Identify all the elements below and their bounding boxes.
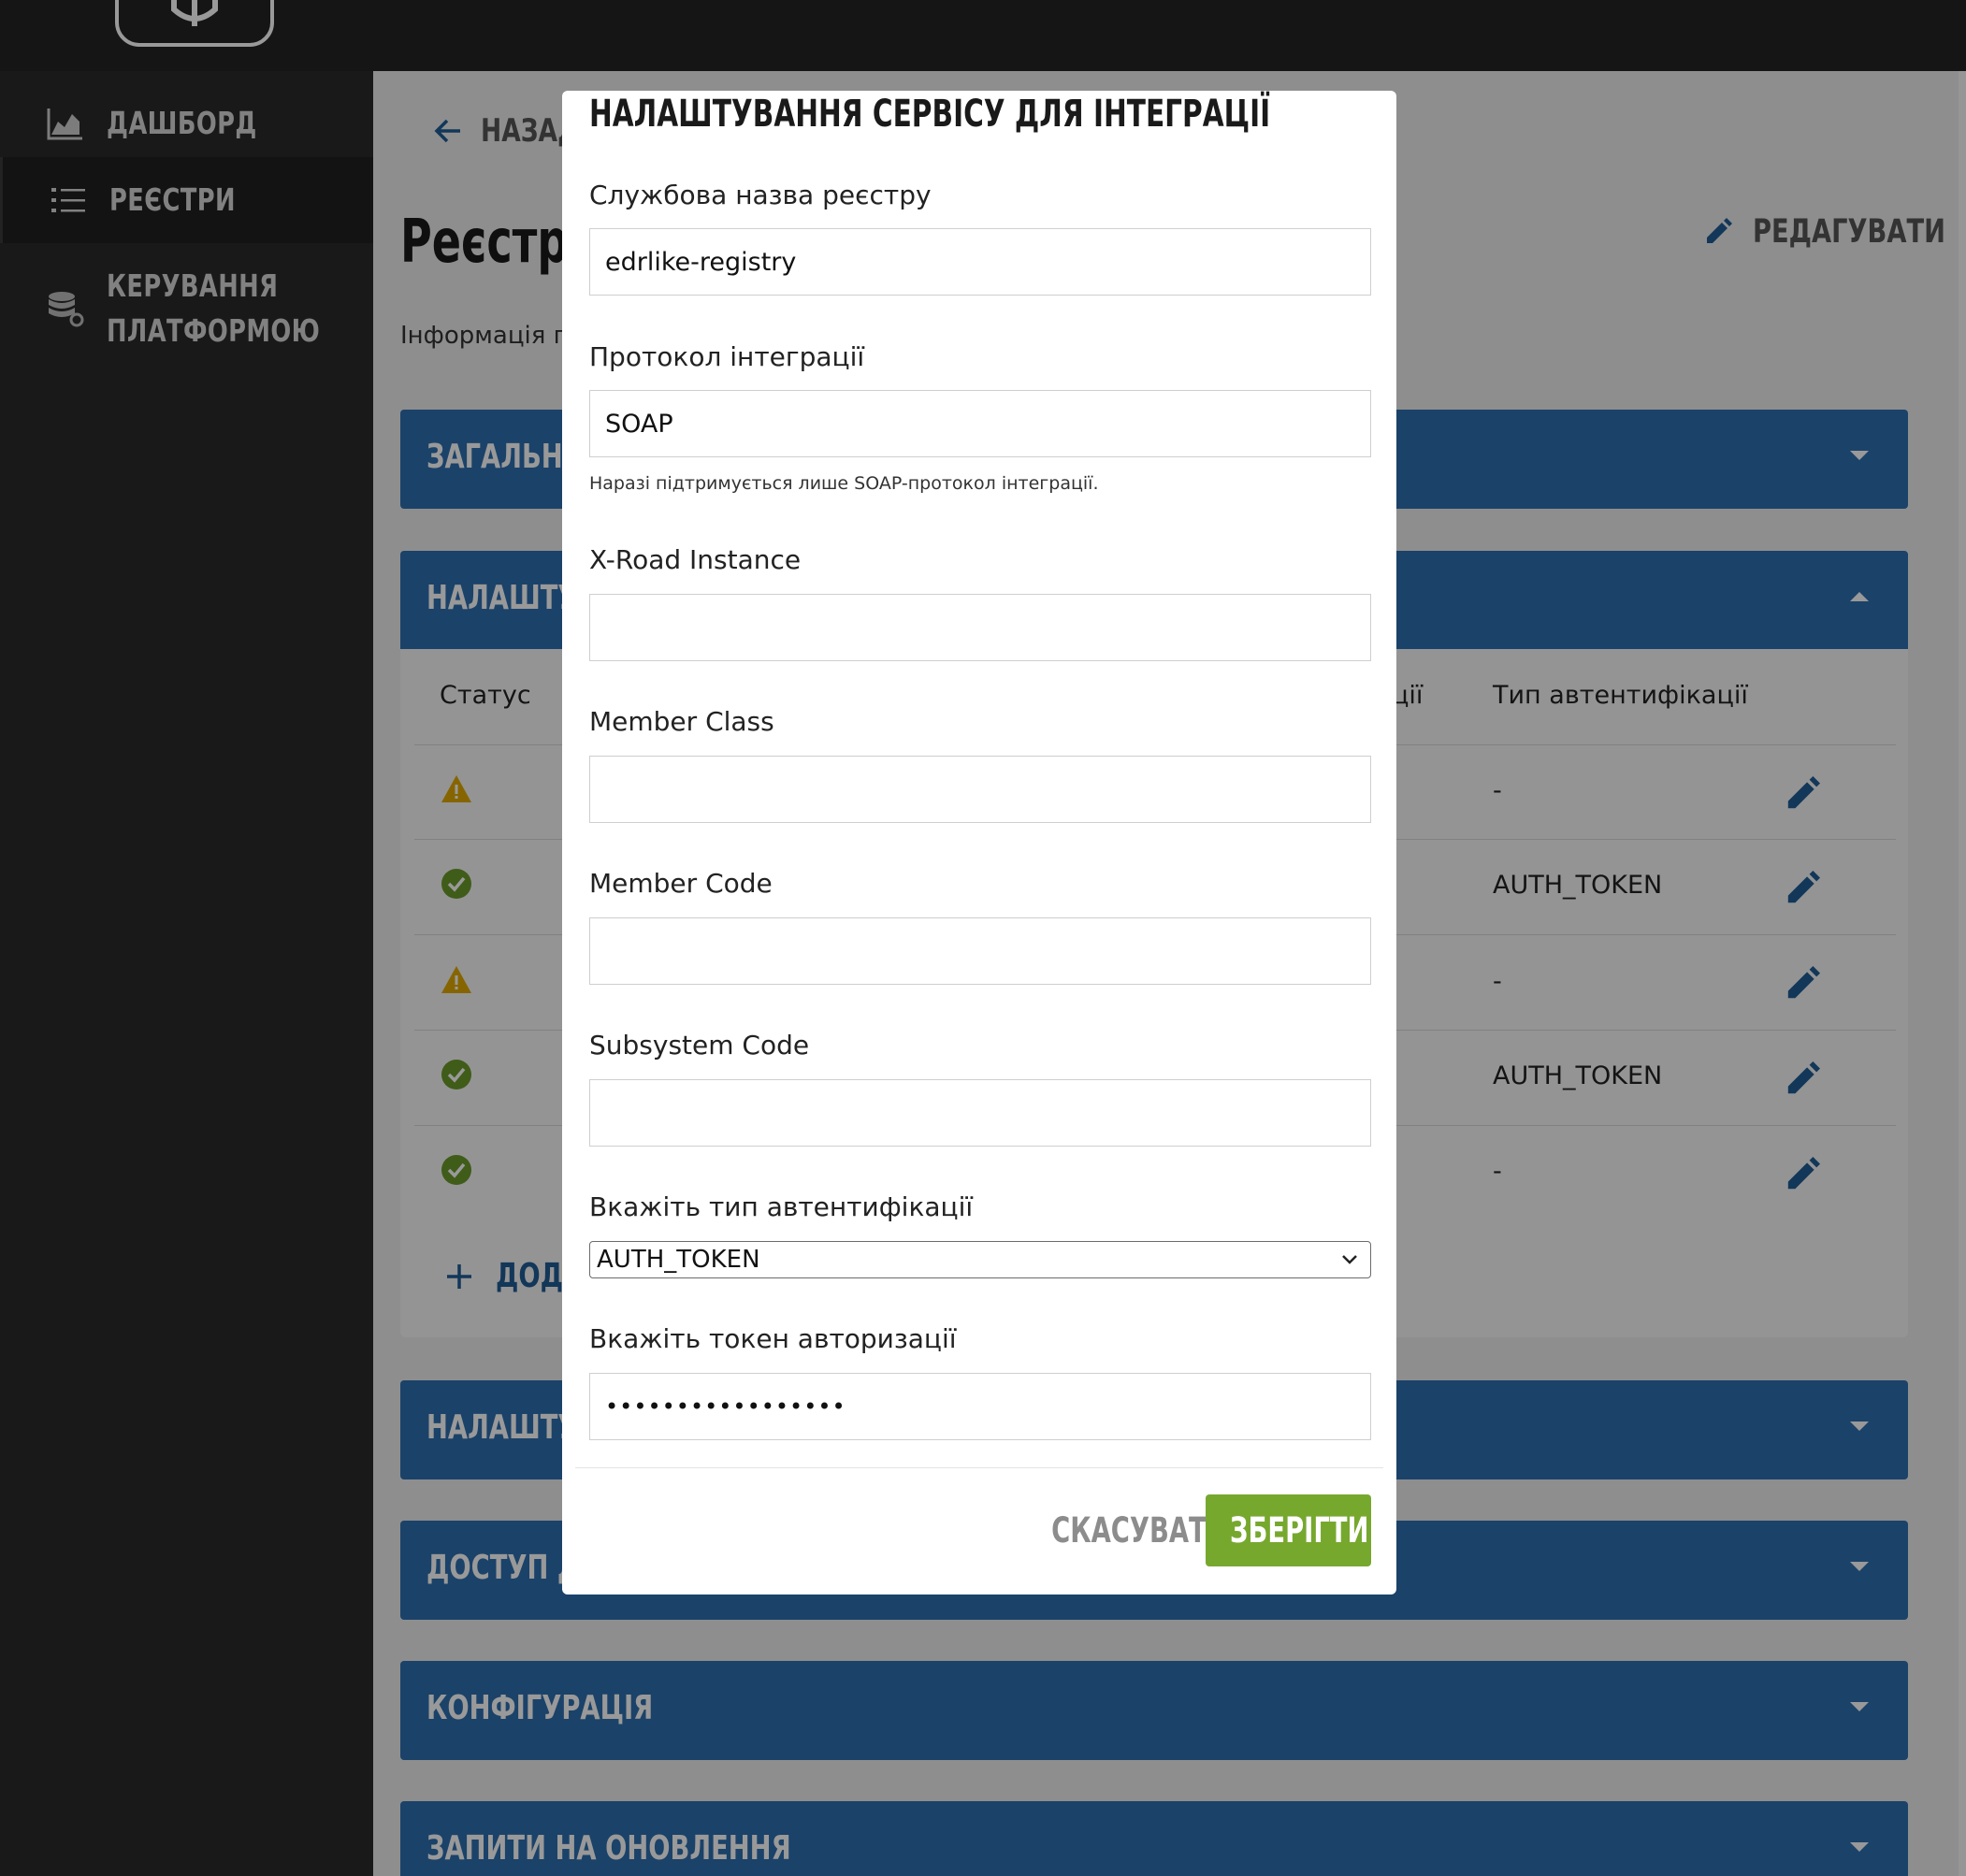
- chevron-down-icon: [1342, 1255, 1357, 1264]
- xroad-instance-label: X-Road Instance: [589, 544, 802, 575]
- auth-type-select[interactable]: AUTH_TOKEN: [589, 1241, 1371, 1278]
- protocol-input[interactable]: [589, 390, 1371, 457]
- save-label: ЗБЕРІГТИ: [1230, 1510, 1369, 1551]
- cancel-button[interactable]: СКАСУВАТИ: [1020, 1494, 1228, 1566]
- protocol-label: Протокол інтеграції: [589, 341, 865, 372]
- auth-token-label: Вкажіть токен авторизації: [589, 1323, 957, 1354]
- auth-type-selected-value: AUTH_TOKEN: [597, 1246, 760, 1274]
- cancel-label: СКАСУВАТИ: [1051, 1510, 1228, 1551]
- auth-type-label: Вкажіть тип автентифікації: [589, 1191, 974, 1222]
- auth-token-input[interactable]: [589, 1373, 1371, 1440]
- member-class-label: Member Class: [589, 706, 774, 737]
- member-code-input[interactable]: [589, 917, 1371, 985]
- subsystem-code-input[interactable]: [589, 1079, 1371, 1147]
- registry-name-input[interactable]: [589, 228, 1371, 296]
- protocol-help-text: Наразі підтримується лише SOAP-протокол …: [589, 473, 1099, 494]
- save-button[interactable]: ЗБЕРІГТИ: [1206, 1494, 1371, 1566]
- registry-name-label: Службова назва реєстру: [589, 180, 932, 210]
- dialog-divider: [575, 1467, 1383, 1468]
- subsystem-code-label: Subsystem Code: [589, 1030, 810, 1061]
- xroad-instance-input[interactable]: [589, 594, 1371, 661]
- member-code-label: Member Code: [589, 868, 773, 899]
- dialog-title: НАЛАШТУВАННЯ СЕРВІСУ ДЛЯ ІНТЕГРАЦІЇ: [589, 93, 1271, 136]
- member-class-input[interactable]: [589, 756, 1371, 823]
- integration-settings-dialog: НАЛАШТУВАННЯ СЕРВІСУ ДЛЯ ІНТЕГРАЦІЇ Служ…: [562, 91, 1396, 1595]
